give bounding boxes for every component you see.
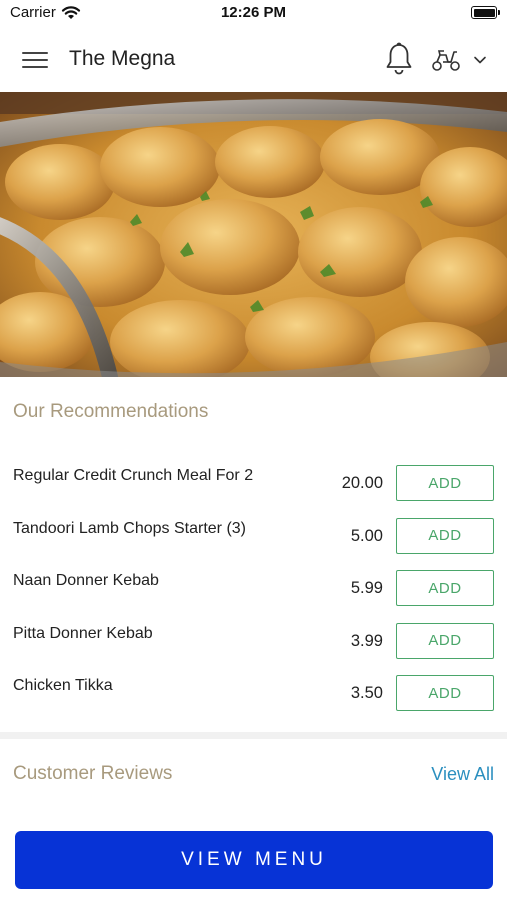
add-button[interactable]: ADD [396, 465, 494, 501]
recommendations-list: Regular Credit Crunch Meal For 2 20.00 A… [0, 455, 507, 718]
hamburger-icon[interactable] [22, 50, 48, 70]
item-price: 5.00 [350, 526, 383, 545]
status-bar: Carrier 12:26 PM [0, 0, 507, 28]
item-name: Naan Donner Kebab [13, 572, 159, 589]
item-name: Regular Credit Crunch Meal For 2 [13, 467, 254, 484]
list-item: Naan Donner Kebab 5.99 ADD [0, 560, 507, 613]
hero-image [0, 92, 507, 377]
add-button[interactable]: ADD [396, 570, 494, 606]
list-item: Pitta Donner Kebab 3.99 ADD [0, 613, 507, 666]
list-item: Tandoori Lamb Chops Starter (3) 5.00 ADD [0, 508, 507, 561]
section-divider [0, 732, 507, 739]
scooter-icon[interactable] [431, 45, 461, 73]
add-button[interactable]: ADD [396, 622, 494, 659]
item-name: Pitta Donner Kebab [13, 624, 153, 642]
list-item: Regular Credit Crunch Meal For 2 20.00 A… [0, 455, 507, 508]
app-header: The Megna [0, 28, 507, 92]
curry-dish-image [0, 92, 507, 377]
status-time: 12:26 PM [220, 4, 287, 21]
item-price: 5.99 [350, 579, 383, 597]
add-button[interactable]: ADD [396, 517, 494, 554]
view-menu-button[interactable]: VIEW MENU [15, 831, 493, 889]
view-all-link[interactable]: View All [431, 764, 494, 785]
add-button[interactable]: ADD [396, 675, 494, 711]
recommendations-title: Our Recommendations [13, 401, 209, 422]
item-price: 20.00 [341, 474, 383, 492]
item-price: 3.99 [350, 631, 383, 650]
reviews-title: Customer Reviews [13, 763, 173, 784]
item-name: Tandoori Lamb Chops Starter (3) [13, 519, 246, 537]
item-name: Chicken Tikka [13, 677, 113, 694]
list-item: Chicken Tikka 3.50 ADD [0, 665, 507, 718]
bell-icon[interactable] [384, 42, 414, 76]
page-title: The Megna [69, 47, 176, 70]
chevron-down-icon[interactable] [472, 52, 488, 68]
item-price: 3.50 [350, 684, 383, 702]
battery-icon [471, 6, 500, 19]
